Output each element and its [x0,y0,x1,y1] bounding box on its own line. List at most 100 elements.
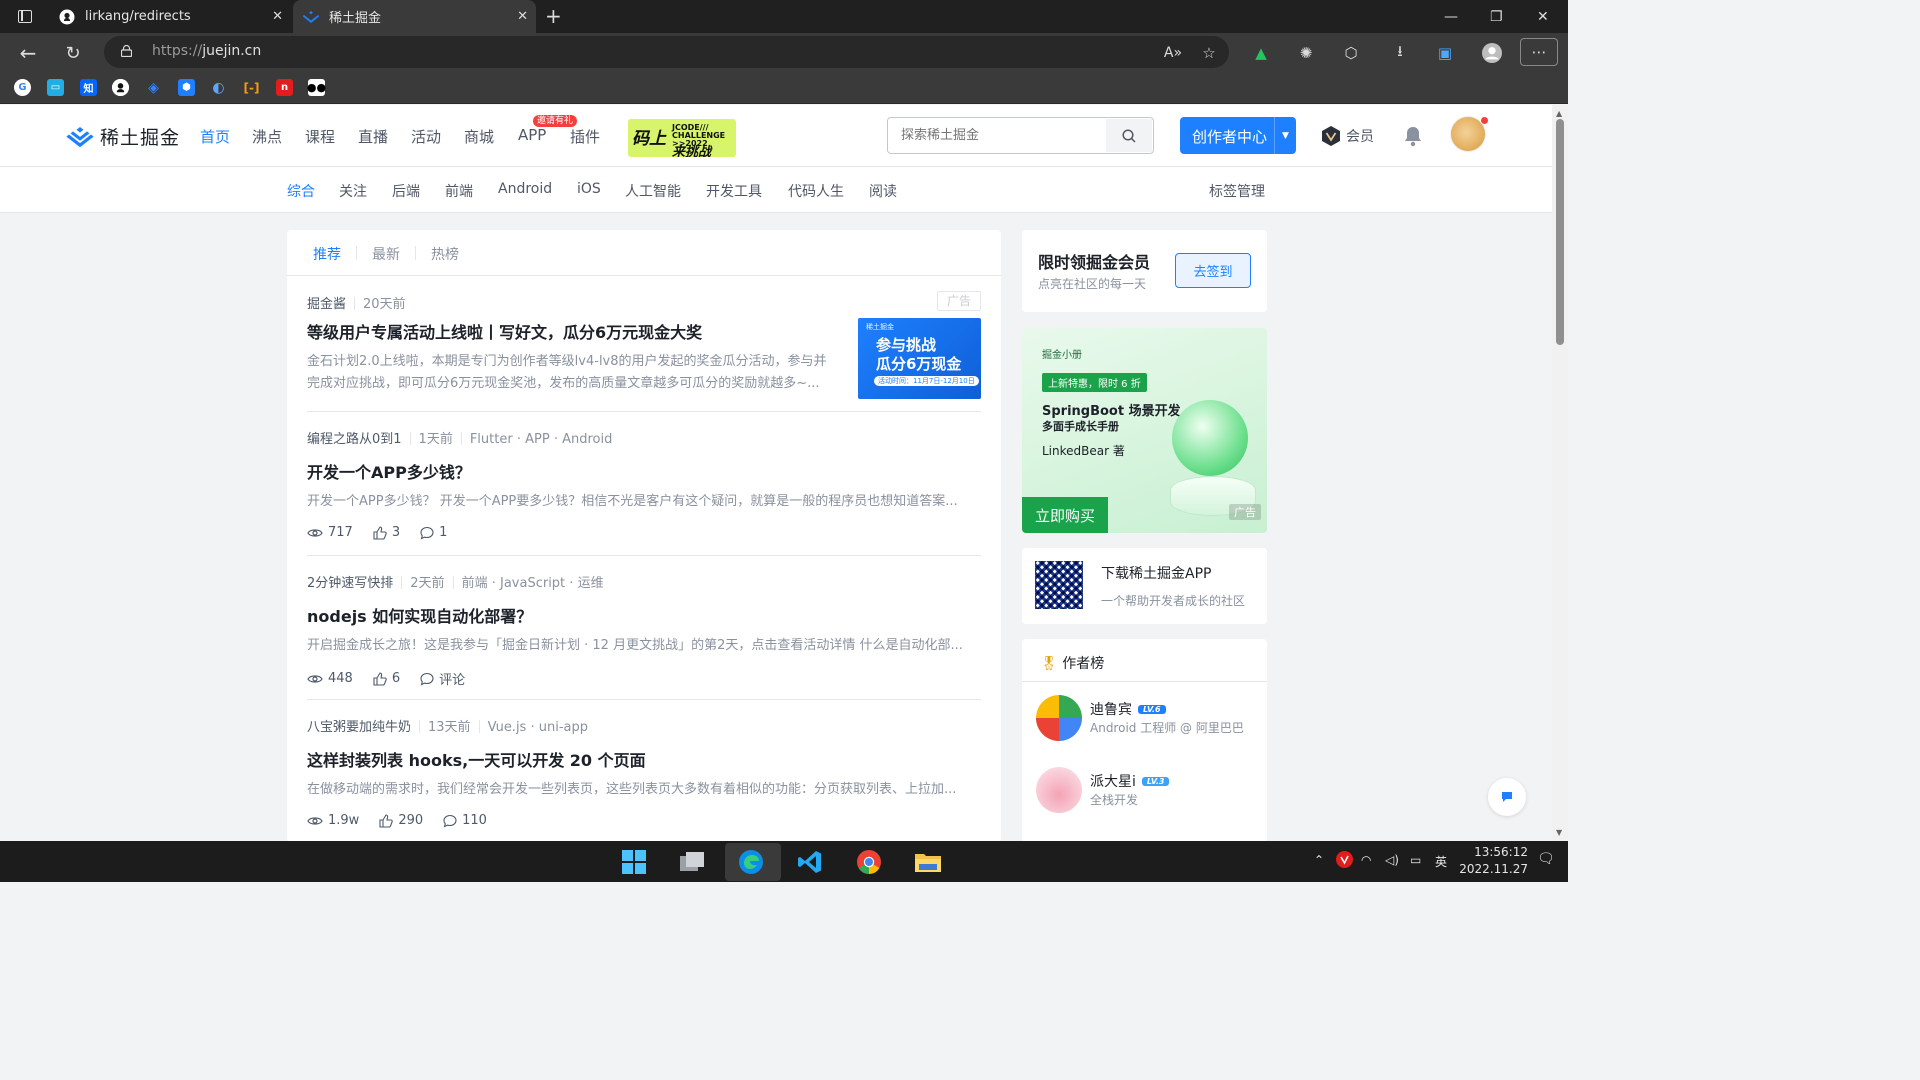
browser-tab-juejin[interactable]: 稀土掘金 ✕ [293,0,536,33]
nav-courses[interactable]: 课程 [305,126,335,147]
feedback-chat-button[interactable] [1488,778,1526,816]
like-button[interactable]: 290 [379,813,423,828]
profile-icon[interactable] [1482,43,1502,63]
close-window-icon[interactable]: ✕ [1537,9,1549,25]
article-entry[interactable]: 八宝粥要加纯牛奶 13天前 Vue.js · uni-app 这样封装列表 hook… [307,700,981,842]
notification-bell-icon[interactable] [1403,125,1423,147]
vip-link[interactable]: 会员 [1320,125,1374,147]
scrollbar-thumb[interactable] [1556,119,1564,345]
edge-collections-icon[interactable]: ▣ [1435,43,1455,63]
nav-events[interactable]: 活动 [411,126,441,147]
input-method-indicator[interactable]: 英 [1435,853,1447,870]
hex-icon[interactable]: ⬢ [178,79,195,96]
bracket-icon[interactable]: [-] [243,79,260,96]
category-android[interactable]: Android [498,181,552,197]
close-tab-icon[interactable]: ✕ [517,9,528,24]
tab-hot[interactable]: 热榜 [431,244,459,264]
chevron-down-icon[interactable]: ▼ [1274,117,1296,154]
entry-title[interactable]: 开发一个APP多少钱？ [307,459,471,483]
category-ios[interactable]: iOS [577,181,601,197]
scroll-up-icon[interactable]: ▲ [1556,109,1562,118]
ad-entry[interactable]: 掘金酱 20天前 广告 等级用户专属活动上线啦丨写好文，瓜分6万元现金大奖 金石计… [307,277,981,412]
restore-icon[interactable]: ❐ [1490,9,1503,25]
minimize-icon[interactable]: — [1444,9,1458,25]
search-input[interactable] [889,119,1107,152]
author-name[interactable]: 迪鲁宾 LV.6 [1090,699,1166,719]
windows-start-icon[interactable] [616,845,652,879]
nav-live[interactable]: 直播 [358,126,388,147]
page-scrollbar[interactable]: ▲ ▼ [1552,105,1568,841]
creator-center-button[interactable]: 创作者中心 ▼ [1180,117,1296,154]
category-reading[interactable]: 阅读 [869,181,897,201]
scroll-down-icon[interactable]: ▼ [1556,828,1562,837]
tray-app-icon[interactable] [1336,851,1353,871]
medium-icon[interactable]: ●● [307,79,326,96]
edge-icon[interactable] [733,845,769,879]
comment-button[interactable]: 评论 [420,669,465,688]
url-field[interactable]: https://juejin.cn [104,36,1229,68]
app-download-card[interactable]: 下载稀土掘金APP 一个帮助开发者成长的社区 [1022,548,1267,624]
extension-atom-icon[interactable]: ✺ [1296,43,1316,63]
volume-icon[interactable]: ◁) [1385,853,1399,867]
search-button[interactable] [1106,119,1152,152]
ad-thumbnail[interactable]: 稀土掘金 参与挑战 瓜分6万现金 活动时间：11月7日-12月10日 [858,318,981,399]
author-avatar[interactable] [1036,767,1082,813]
category-life[interactable]: 代码人生 [788,181,844,201]
downloads-icon[interactable]: ⭳ [1390,42,1410,63]
category-all[interactable]: 综合 [287,181,315,201]
entry-author[interactable]: 掘金酱 [307,297,346,312]
folder-icon[interactable] [910,845,946,879]
like-button[interactable]: 6 [373,671,400,686]
google-icon[interactable]: G [14,79,31,96]
code-challenge-banner[interactable]: 码上 JCODE/// CHALLENGE >>2022 来挑战 [628,119,736,157]
read-aloud-icon[interactable]: A» [1163,43,1183,63]
github-icon[interactable] [112,79,129,96]
shield-icon[interactable]: ◐ [210,79,227,96]
category-frontend[interactable]: 前端 [445,181,473,201]
extension-green-icon[interactable]: ▲ [1251,43,1271,63]
close-tab-icon[interactable]: ✕ [272,9,283,24]
refresh-icon[interactable]: ↻ [63,43,83,64]
zhihu-icon[interactable]: 知 [80,79,97,96]
author-name[interactable]: 派大星i LV.3 [1090,771,1170,791]
like-button[interactable]: 3 [373,525,400,540]
more-menu-icon[interactable]: ⋯ [1520,38,1558,66]
category-devtools[interactable]: 开发工具 [706,181,762,201]
category-backend[interactable]: 后端 [392,181,420,201]
entry-author[interactable]: 2分钟速写快排 [307,576,393,591]
article-entry[interactable]: 2分钟速写快排 2天前 前端 · JavaScript · 运维 nodejs 如何… [307,556,981,700]
entry-title[interactable]: 这样封装列表 hooks,一天可以开发 20 个页面 [307,747,646,771]
category-following[interactable]: 关注 [339,181,367,201]
entry-author[interactable]: 编程之路从0到1 [307,432,402,447]
nav-plugins[interactable]: 插件 [570,126,600,147]
nav-shop[interactable]: 商城 [464,126,494,147]
tab-actions-icon[interactable] [18,10,32,23]
author-avatar[interactable] [1036,695,1082,741]
comment-button[interactable]: 110 [443,813,487,828]
nav-home[interactable]: 首页 [200,126,230,147]
extensions-icon[interactable]: ⬡ [1341,43,1361,63]
new-tab-icon[interactable]: + [545,6,562,26]
signin-button[interactable]: 去签到 [1175,253,1251,288]
wifi-icon[interactable]: ◠ [1361,853,1371,867]
bilibili-icon[interactable]: ▭ [47,79,64,96]
add-favorite-icon[interactable]: ☆ [1199,43,1219,63]
tag-management-link[interactable]: 标签管理 [1209,181,1265,201]
nav-app[interactable]: APP [518,126,546,144]
entry-author[interactable]: 八宝粥要加纯牛奶 [307,720,411,735]
back-icon[interactable]: ← [18,41,38,65]
buy-now-button[interactable]: 立即购买 [1022,497,1108,533]
tab-latest[interactable]: 最新 [372,244,400,264]
diamond-icon[interactable]: ◈ [145,79,162,96]
entry-title[interactable]: 等级用户专属活动上线啦丨写好文，瓜分6万元现金大奖 [307,319,702,343]
booklet-ad[interactable]: 掘金小册 上新特惠，限时 6 折 SpringBoot 场景开发 多面手成长手册… [1022,328,1267,533]
battery-icon[interactable]: ▭ [1410,853,1421,867]
browser-tab-github[interactable]: lirkang/redirects ✕ [48,0,291,33]
chrome-icon[interactable] [851,845,887,879]
entry-title[interactable]: nodejs 如何实现自动化部署？ [307,603,532,627]
nav-pins[interactable]: 沸点 [252,126,282,147]
comment-button[interactable]: 1 [420,525,447,540]
category-ai[interactable]: 人工智能 [625,181,681,201]
n-icon[interactable]: n [276,79,293,96]
notification-center-icon[interactable]: 🗨 [1537,851,1555,867]
